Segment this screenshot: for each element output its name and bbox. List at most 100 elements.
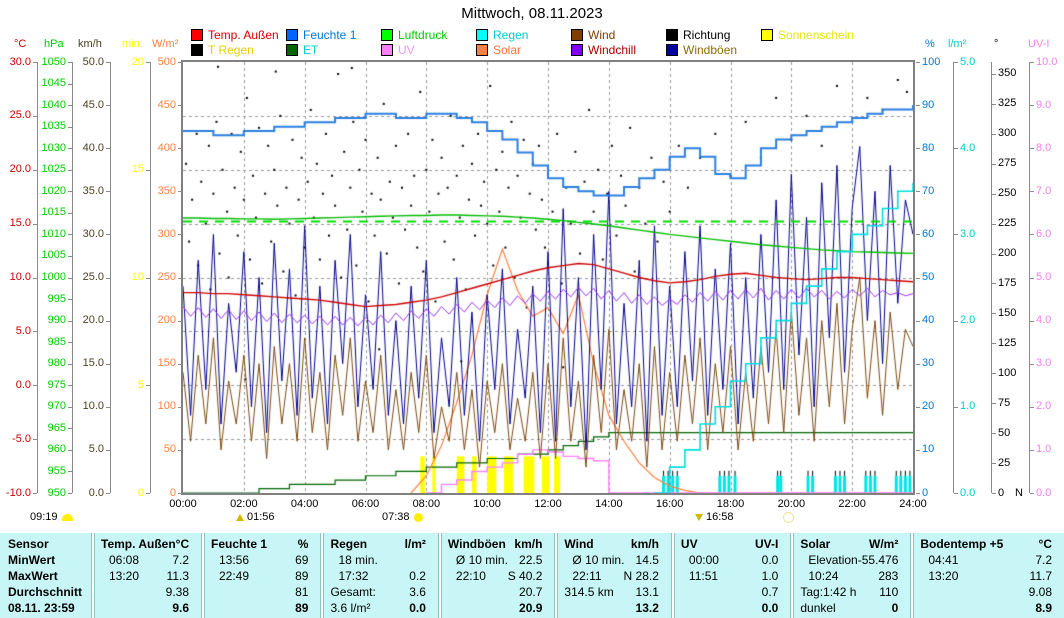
time-label: 20:00 [769, 498, 813, 510]
axis-tick-label: 955 [48, 466, 66, 477]
stats-column-uv: UVUV-I00:000.011:511.00.70.0 [674, 533, 791, 618]
axis-tick [106, 493, 110, 494]
axis-tick-label: 300 [158, 229, 176, 240]
time-label: 06:00 [344, 498, 388, 510]
axis-tick-label: 275 [998, 158, 1016, 169]
axis-tick-label: 100 [922, 57, 940, 68]
axis-tick-label: 45.0 [83, 100, 104, 111]
stats-column-windb-en: Windböenkm/hØ 10 min.22.522:10S 40.220.7… [441, 533, 556, 618]
axis-tick-label: 10.0 [10, 272, 31, 283]
stats-column-regen: Regenl/m²18 min.17:320.2Gesamt:3.63.6 l/… [323, 533, 438, 618]
stats-cell-value: 14.5 [636, 553, 659, 567]
stats-cell-value: 0.7 [762, 585, 779, 599]
axis-tick [106, 364, 110, 365]
legend-label: UV [398, 43, 415, 57]
stats-row-label: MinWert [0, 552, 91, 568]
axis-tick [178, 234, 182, 235]
axis-tick-label: 995 [48, 294, 66, 305]
axis-tick [178, 493, 182, 494]
stats-column-unit: l/m² [405, 537, 426, 551]
moon-icon [783, 512, 794, 523]
legend-item: Richtung [666, 29, 730, 41]
stats-cell-value: 81 [295, 585, 308, 599]
axis-tick-label: 325 [998, 98, 1016, 109]
stats-row: 0.7 [675, 584, 790, 600]
axis-tick [916, 62, 920, 63]
axis-tick [1030, 105, 1034, 106]
axis-tick-label: 15.0 [10, 218, 31, 229]
axis-tick-label: 70 [922, 186, 934, 197]
axis-tick [68, 428, 72, 429]
axis-tick [954, 493, 958, 494]
axis-tick-label: 40.0 [83, 143, 104, 154]
axis-tick-label: 350 [998, 68, 1016, 79]
axis-line-km/h [110, 62, 111, 493]
axis-tick [992, 224, 996, 225]
axis-tick [992, 104, 996, 105]
legend-swatch [381, 44, 393, 56]
axis-tick-label: 4.0 [960, 143, 975, 154]
axis-tick [992, 463, 996, 464]
stats-cell-label: Elevation [800, 553, 857, 567]
axis-tick [1030, 62, 1034, 63]
axis-tick [68, 191, 72, 192]
axis-tick-label: 1.0 [1036, 444, 1051, 455]
time-label: 16:00 [648, 498, 692, 510]
axis-tick [146, 385, 150, 386]
stats-row-label: Sensor [0, 536, 91, 552]
stats-row: 314.5 km13.1 [558, 584, 671, 600]
stats-column-name: UV [681, 537, 698, 551]
moon-marker [783, 511, 794, 523]
axis-tick-label: 1020 [42, 186, 66, 197]
axis-tick-label: 3.0 [960, 229, 975, 240]
stats-column-name: Bodentemp +5 [920, 537, 1003, 551]
axis-tick-label: 10 [922, 444, 934, 455]
axis-tick-label: 1.0 [960, 401, 975, 412]
stats-column-unit: % [298, 537, 309, 551]
stats-row: 13:5669 [205, 552, 320, 568]
stats-cell-label: 04:41 [920, 553, 958, 567]
axis-tick [916, 105, 920, 106]
axis-tick-label: 965 [48, 423, 66, 434]
stats-label-text: Sensor [8, 537, 49, 551]
stats-column-header: SolarW/m² [794, 536, 910, 552]
stats-column-unit: UV-I [755, 537, 778, 551]
stats-row: 20.7 [442, 584, 555, 600]
axis-unit-label: W/m² [152, 38, 178, 50]
stats-cell-label: Tag:1:42 h [800, 585, 856, 599]
arrow-down-icon [695, 514, 703, 521]
stats-cell-value: 7.2 [172, 553, 189, 567]
stats-row: 9.6 [95, 600, 201, 616]
axis-tick [954, 234, 958, 235]
stats-cell-value: 9.08 [1029, 585, 1052, 599]
stats-column-solar: SolarW/m²Elevation-55.47610:24283Tag:1:4… [793, 533, 911, 618]
axis-tick [178, 62, 182, 63]
axis-tick-label: 7.0 [1036, 186, 1051, 197]
axis-tick [68, 148, 72, 149]
axis-tick-label: 5 [138, 380, 144, 391]
axis-tick-label: 950 [48, 488, 66, 499]
weather-chart-page: { "title": "Mittwoch, 08.11.2023", "lege… [0, 0, 1064, 618]
axis-tick-label: -5.0 [12, 434, 31, 445]
axis-unit-label: UV-I [1028, 38, 1049, 50]
axis-tick-label: 15 [132, 164, 144, 175]
axis-tick-label: 80 [922, 143, 934, 154]
axis-unit-label: % [925, 38, 935, 50]
moonrise-time: 01:56 [247, 511, 275, 523]
stats-row: 22:4989 [205, 568, 320, 584]
axis-tick-label: 90 [922, 100, 934, 111]
axis-tick-label: 4.0 [1036, 315, 1051, 326]
stats-row-label: Durchschnitt [0, 584, 91, 600]
axis-tick [106, 234, 110, 235]
axis-tick [106, 191, 110, 192]
axis-tick-label: 125 [998, 338, 1016, 349]
legend-swatch [381, 29, 393, 41]
stats-cell-label: 22:10 [448, 569, 486, 583]
legend-swatch [476, 29, 488, 41]
stats-cell-value: 0.0 [762, 601, 779, 615]
axis-tick-label: 960 [48, 444, 66, 455]
stats-cell-label: dunkel [800, 601, 835, 615]
stats-column-temp-au-en: Temp. Außen°C06:087.213:2011.39.389.6 [94, 533, 202, 618]
axis-tick [992, 373, 996, 374]
axis-tick [33, 331, 37, 332]
